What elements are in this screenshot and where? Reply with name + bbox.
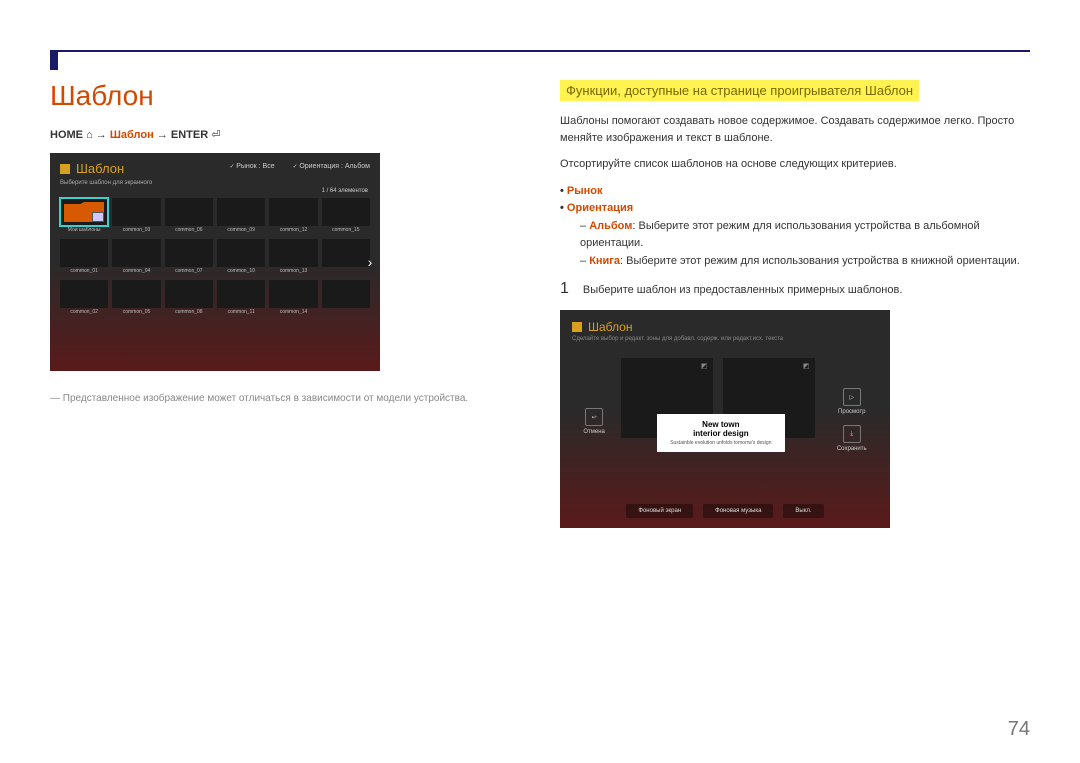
- image-icon: ◩: [701, 362, 709, 370]
- template-thumb[interactable]: [60, 239, 108, 267]
- shot2-title: Шаблон: [588, 320, 632, 334]
- thumb-label: common_07: [165, 268, 213, 274]
- thumb-label: common_15: [322, 227, 370, 233]
- preview-label: Просмотр: [838, 409, 865, 415]
- thumb-label: common_14: [269, 309, 317, 315]
- back-icon: ↩: [592, 414, 597, 421]
- template-editor-screenshot: Шаблон Сделайте выбор и редакт. зоны для…: [560, 310, 890, 528]
- exit-button[interactable]: Выкл.: [783, 504, 823, 518]
- cancel-button[interactable]: ↩ Отмена: [583, 408, 605, 435]
- template-thumb[interactable]: [112, 198, 160, 226]
- template-thumb[interactable]: [269, 239, 317, 267]
- background-music-button[interactable]: Фоновая музыка: [703, 504, 773, 518]
- template-icon: [572, 322, 582, 332]
- thumb-label: common_10: [217, 268, 265, 274]
- save-button[interactable]: ⤓ Сохранить: [837, 425, 867, 452]
- save-icon: ⤓: [850, 431, 853, 438]
- list-item-book-text: : Выберите этот режим для использования …: [620, 255, 1020, 267]
- template-thumb[interactable]: [269, 198, 317, 226]
- preview-button[interactable]: ▷ Просмотр: [837, 388, 867, 415]
- paragraph: Шаблоны помогают создавать новое содержи…: [560, 113, 1030, 146]
- text-card[interactable]: New town interior design Sustainble evol…: [657, 414, 785, 452]
- breadcrumb-arrow: →: [96, 129, 107, 141]
- cancel-label: Отмена: [583, 429, 605, 435]
- next-page-icon[interactable]: ›: [364, 250, 376, 274]
- thumb-label: common_05: [112, 309, 160, 315]
- breadcrumb-enter: ENTER: [171, 129, 208, 141]
- breadcrumb-template: Шаблон: [110, 129, 154, 141]
- template-thumb[interactable]: [165, 280, 213, 308]
- thumb-label: common_03: [112, 227, 160, 233]
- save-label: Сохранить: [837, 446, 867, 452]
- image-icon: ◩: [803, 362, 811, 370]
- list-item-orientation: Ориентация: [567, 202, 633, 214]
- page-number: 74: [1008, 718, 1030, 741]
- template-thumb[interactable]: [165, 239, 213, 267]
- shot2-subtitle: Сделайте выбор и редакт. зоны для добавл…: [560, 336, 890, 342]
- list-item-market: Рынок: [567, 185, 603, 197]
- template-thumb[interactable]: [322, 280, 370, 308]
- list-item-book-key: Книга: [589, 255, 620, 267]
- template-thumb[interactable]: [112, 239, 160, 267]
- thumb-label: common_04: [112, 268, 160, 274]
- thumb-label: common_06: [165, 227, 213, 233]
- template-thumb[interactable]: [269, 280, 317, 308]
- thumb-label: common_13: [269, 268, 317, 274]
- template-grid: Мои шаблоны common_03 common_06 common_0…: [50, 194, 380, 319]
- template-icon: [60, 164, 70, 174]
- template-thumb[interactable]: [112, 280, 160, 308]
- breadcrumb-arrow: →: [157, 129, 168, 141]
- template-thumb[interactable]: [217, 198, 265, 226]
- breadcrumb-home: HOME: [50, 129, 83, 141]
- template-thumb[interactable]: [322, 198, 370, 226]
- shot1-subtitle: Выберите шаблон для экранного: [50, 180, 380, 188]
- thumb-label: common_12: [269, 227, 317, 233]
- thumb-label: Мои шаблоны: [60, 227, 108, 233]
- step-number: 1: [560, 280, 569, 298]
- thumb-label: common_11: [217, 309, 265, 315]
- card-line1: New town: [661, 420, 781, 429]
- shot1-title: Шаблон: [76, 161, 124, 176]
- background-screen-button[interactable]: Фоновый экран: [626, 504, 693, 518]
- preview-area: ◩ ◩ New town interior design Sustainble …: [621, 358, 821, 452]
- template-thumb-selected[interactable]: [60, 198, 108, 226]
- template-thumb[interactable]: [322, 239, 370, 267]
- top-rule: [58, 50, 1030, 52]
- template-thumb[interactable]: [217, 280, 265, 308]
- card-line2: interior design: [661, 429, 781, 438]
- template-thumb[interactable]: [60, 280, 108, 308]
- thumb-label: common_01: [60, 268, 108, 274]
- list-item-album-text: : Выберите этот режим для использования …: [580, 220, 980, 250]
- list-item-album-key: Альбом: [589, 220, 632, 232]
- thumb-label: common_09: [217, 227, 265, 233]
- step-row: 1 Выберите шаблон из предоставленных при…: [560, 280, 1030, 298]
- template-grid-screenshot: Шаблон Рынок : Все Ориентация : Альбом В…: [50, 153, 380, 371]
- section-heading: Функции, доступные на странице проигрыва…: [560, 80, 919, 101]
- home-icon: ⌂: [86, 129, 93, 141]
- filter-market[interactable]: Рынок : Все: [229, 163, 274, 170]
- play-icon: ▷: [849, 394, 854, 401]
- header-accent: [50, 50, 58, 70]
- template-thumb[interactable]: [165, 198, 213, 226]
- card-line3: Sustainble evolution unfolds tomorrw's d…: [661, 440, 781, 446]
- footnote: ― Представленное изображение может отлич…: [50, 391, 520, 406]
- paragraph: Отсортируйте список шаблонов на основе с…: [560, 156, 1030, 173]
- page-title: Шаблон: [50, 80, 520, 112]
- thumb-label: common_02: [60, 309, 108, 315]
- breadcrumb: HOME ⌂ → Шаблон → ENTER ⏎: [50, 128, 520, 141]
- thumb-label: common_08: [165, 309, 213, 315]
- filter-orientation[interactable]: Ориентация : Альбом: [293, 163, 370, 170]
- enter-icon: ⏎: [211, 128, 220, 141]
- template-thumb[interactable]: [217, 239, 265, 267]
- step-text: Выберите шаблон из предоставленных приме…: [583, 280, 902, 296]
